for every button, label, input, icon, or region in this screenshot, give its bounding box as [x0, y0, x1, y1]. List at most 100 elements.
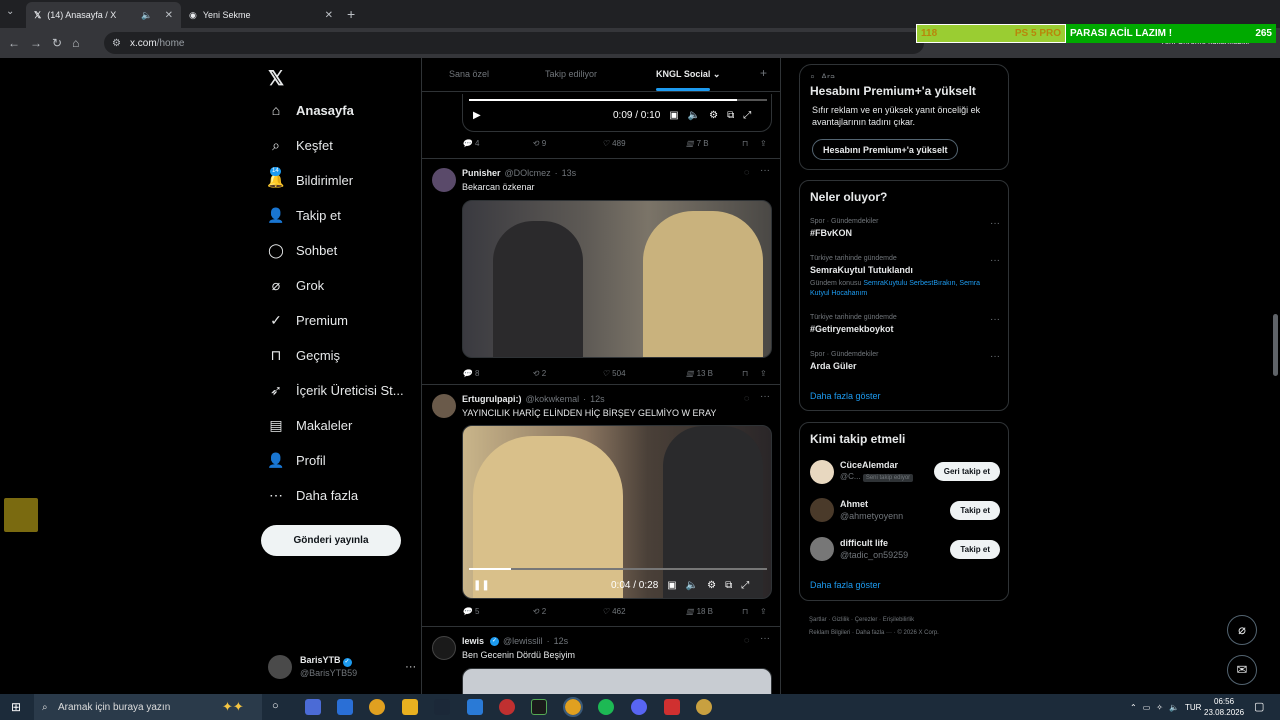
grok-icon[interactable]: ◌: [744, 393, 749, 403]
fullscreen-icon[interactable]: ⤢: [741, 580, 749, 591]
tab-following[interactable]: Takip ediliyor: [545, 69, 597, 79]
footer-link-accessibility[interactable]: Erişilebilirlik: [883, 617, 914, 623]
premium-button[interactable]: Hesabını Premium+'a yükselt: [812, 139, 959, 160]
footer-link-more[interactable]: Daha fazla ···: [856, 630, 892, 636]
more-icon[interactable]: ···: [760, 165, 770, 176]
reply-button[interactable]: 💬 5: [462, 607, 532, 616]
more-icon[interactable]: ···: [990, 314, 1000, 325]
post-button[interactable]: Gönderi yayınla: [261, 525, 401, 556]
forward-icon[interactable]: →: [30, 36, 42, 50]
author-name[interactable]: Punisher: [462, 168, 501, 178]
taskbar-search-input[interactable]: Aramak için buraya yazın: [58, 702, 170, 713]
app-icon-2[interactable]: [467, 699, 483, 715]
bookmark-icon[interactable]: ⊓: [742, 607, 760, 616]
clock[interactable]: 06:56 23.08.2026: [1204, 696, 1244, 718]
nav-item-4[interactable]: 👤 Takip et: [267, 207, 341, 223]
video-progress[interactable]: [469, 568, 767, 570]
trend-item[interactable]: Türkiye tarihinde gündemde SemraKuytul T…: [810, 255, 1000, 299]
repost-button[interactable]: ⟲ 2: [532, 607, 602, 616]
more-icon[interactable]: ···: [990, 255, 1000, 266]
tray-chevron-icon[interactable]: ⌃: [1130, 703, 1137, 712]
nav-item-11[interactable]: 👤 Profil: [267, 452, 325, 468]
app-icon-1[interactable]: [305, 699, 321, 715]
bookmark-icon[interactable]: ⊓: [742, 139, 760, 148]
follow-button[interactable]: Takip et: [950, 539, 1000, 559]
taskbar-search[interactable]: ⌕ Aramak için buraya yazın ✦✦: [34, 694, 262, 720]
volume-icon[interactable]: 🔈: [688, 110, 700, 121]
nav-item-9[interactable]: ➶ İçerik Üreticisi St...: [268, 382, 404, 398]
windows-start-icon[interactable]: ⊞: [11, 700, 21, 714]
nav-item-1[interactable]: ⌂ Anasayfa: [268, 102, 354, 118]
captions-icon[interactable]: ▣: [667, 580, 676, 591]
network-icon[interactable]: ▭: [1143, 703, 1151, 712]
trend-item[interactable]: Spor · Gündemdekiler Arda Güler ···: [810, 351, 1000, 371]
footer-link-terms[interactable]: Şartlar: [809, 617, 827, 623]
home-button-icon[interactable]: ⌂: [72, 36, 79, 50]
site-info-icon[interactable]: ⚙: [112, 38, 121, 49]
settings-icon[interactable]: ⚙: [709, 110, 718, 121]
x-logo-icon[interactable]: 𝕏: [268, 66, 284, 91]
account-switcher[interactable]: BarisYTB ✓ @BarisYTB59 ···: [268, 654, 416, 679]
nav-item-3[interactable]: 🔔 14 Bildirimler: [267, 167, 353, 188]
follow-suggestion[interactable]: Ahmet @ahmetyoyenn Takip et: [810, 498, 1000, 522]
pip-icon[interactable]: ⧉: [727, 110, 734, 121]
more-icon[interactable]: ···: [405, 661, 416, 673]
messages-fab-icon[interactable]: ✉: [1227, 655, 1257, 685]
show-more-link[interactable]: Daha fazla göster: [810, 391, 881, 401]
repost-button[interactable]: ⟲ 2: [532, 369, 602, 378]
avatar[interactable]: [432, 168, 456, 192]
play-icon[interactable]: ▶: [473, 110, 481, 121]
tab-search-icon[interactable]: ⌄: [6, 6, 14, 17]
discord-icon[interactable]: [631, 699, 647, 715]
tweet[interactable]: lewis ✓ @lewisslil · 12s ◌ ··· Ben Gecen…: [422, 626, 780, 694]
nav-item-6[interactable]: ⌀ Grok: [268, 277, 324, 293]
tab-kngl-social[interactable]: KNGL Social ⌄: [656, 69, 720, 80]
trend-item[interactable]: Türkiye tarihinde gündemde #Getiryemekbo…: [810, 314, 1000, 334]
like-button[interactable]: ♡ 489: [602, 139, 686, 148]
fullscreen-icon[interactable]: ⤢: [743, 110, 751, 121]
repost-button[interactable]: ⟲ 9: [532, 139, 602, 148]
page-scrollbar[interactable]: [1271, 58, 1280, 694]
speaker-icon[interactable]: 🔈: [141, 10, 152, 21]
tweet-time[interactable]: 13s: [562, 168, 577, 178]
volume-icon[interactable]: 🔈: [686, 580, 698, 591]
grok-icon[interactable]: ◌: [744, 167, 749, 177]
settings-icon[interactable]: ⚙: [707, 580, 716, 591]
more-icon[interactable]: ···: [760, 391, 770, 402]
reload-icon[interactable]: ↻: [52, 36, 62, 50]
author-handle[interactable]: @DOlcmez: [505, 168, 551, 178]
reply-button[interactable]: 💬 8: [462, 369, 532, 378]
author-name[interactable]: Ertugrulpapi:): [462, 394, 522, 404]
like-button[interactable]: ♡ 504: [602, 369, 686, 378]
pip-icon[interactable]: ⧉: [725, 580, 732, 591]
tweet-image[interactable]: [462, 668, 772, 694]
add-tab-icon[interactable]: +: [760, 66, 767, 80]
tweet[interactable]: Ertugrulpapi:) @kokwkemal · 12s ◌ ··· YA…: [422, 384, 780, 626]
tweet-time[interactable]: 12s: [554, 636, 569, 646]
bookmark-icon[interactable]: ⊓: [742, 369, 760, 378]
close-tab-icon[interactable]: ✕: [165, 10, 173, 21]
chrome-icon[interactable]: [369, 699, 385, 715]
scrollbar-thumb[interactable]: [1273, 314, 1278, 376]
author-name[interactable]: lewis: [462, 636, 484, 646]
tweet-video[interactable]: ❚❚ 0:04 / 0:28 ▣ 🔈 ⚙ ⧉ ⤢: [462, 425, 772, 599]
back-icon[interactable]: ←: [8, 36, 20, 50]
footer-link-ads[interactable]: Reklam Bilgileri: [809, 630, 850, 636]
steam-icon[interactable]: [434, 699, 450, 715]
share-icon[interactable]: ⇪: [760, 369, 767, 378]
tweet-time[interactable]: 12s: [590, 394, 605, 404]
pause-icon[interactable]: ❚❚: [473, 580, 490, 591]
app-icon-4[interactable]: [531, 699, 547, 715]
footer-link-privacy[interactable]: Gizlilik: [832, 617, 849, 623]
notifications-icon[interactable]: ▢: [1254, 700, 1264, 713]
captions-icon[interactable]: ▣: [669, 110, 678, 121]
app-icon-3[interactable]: [499, 699, 515, 715]
avatar[interactable]: [432, 636, 456, 660]
address-bar[interactable]: ⚙ x.com/home: [104, 32, 924, 54]
show-more-link[interactable]: Daha fazla göster: [810, 580, 881, 590]
volume-icon[interactable]: 🔈: [1169, 703, 1179, 712]
explorer-icon[interactable]: [402, 699, 418, 715]
author-handle[interactable]: @lewisslil: [503, 636, 543, 646]
chrome-active-icon[interactable]: [563, 697, 583, 717]
grok-fab-icon[interactable]: ⌀: [1227, 615, 1257, 645]
